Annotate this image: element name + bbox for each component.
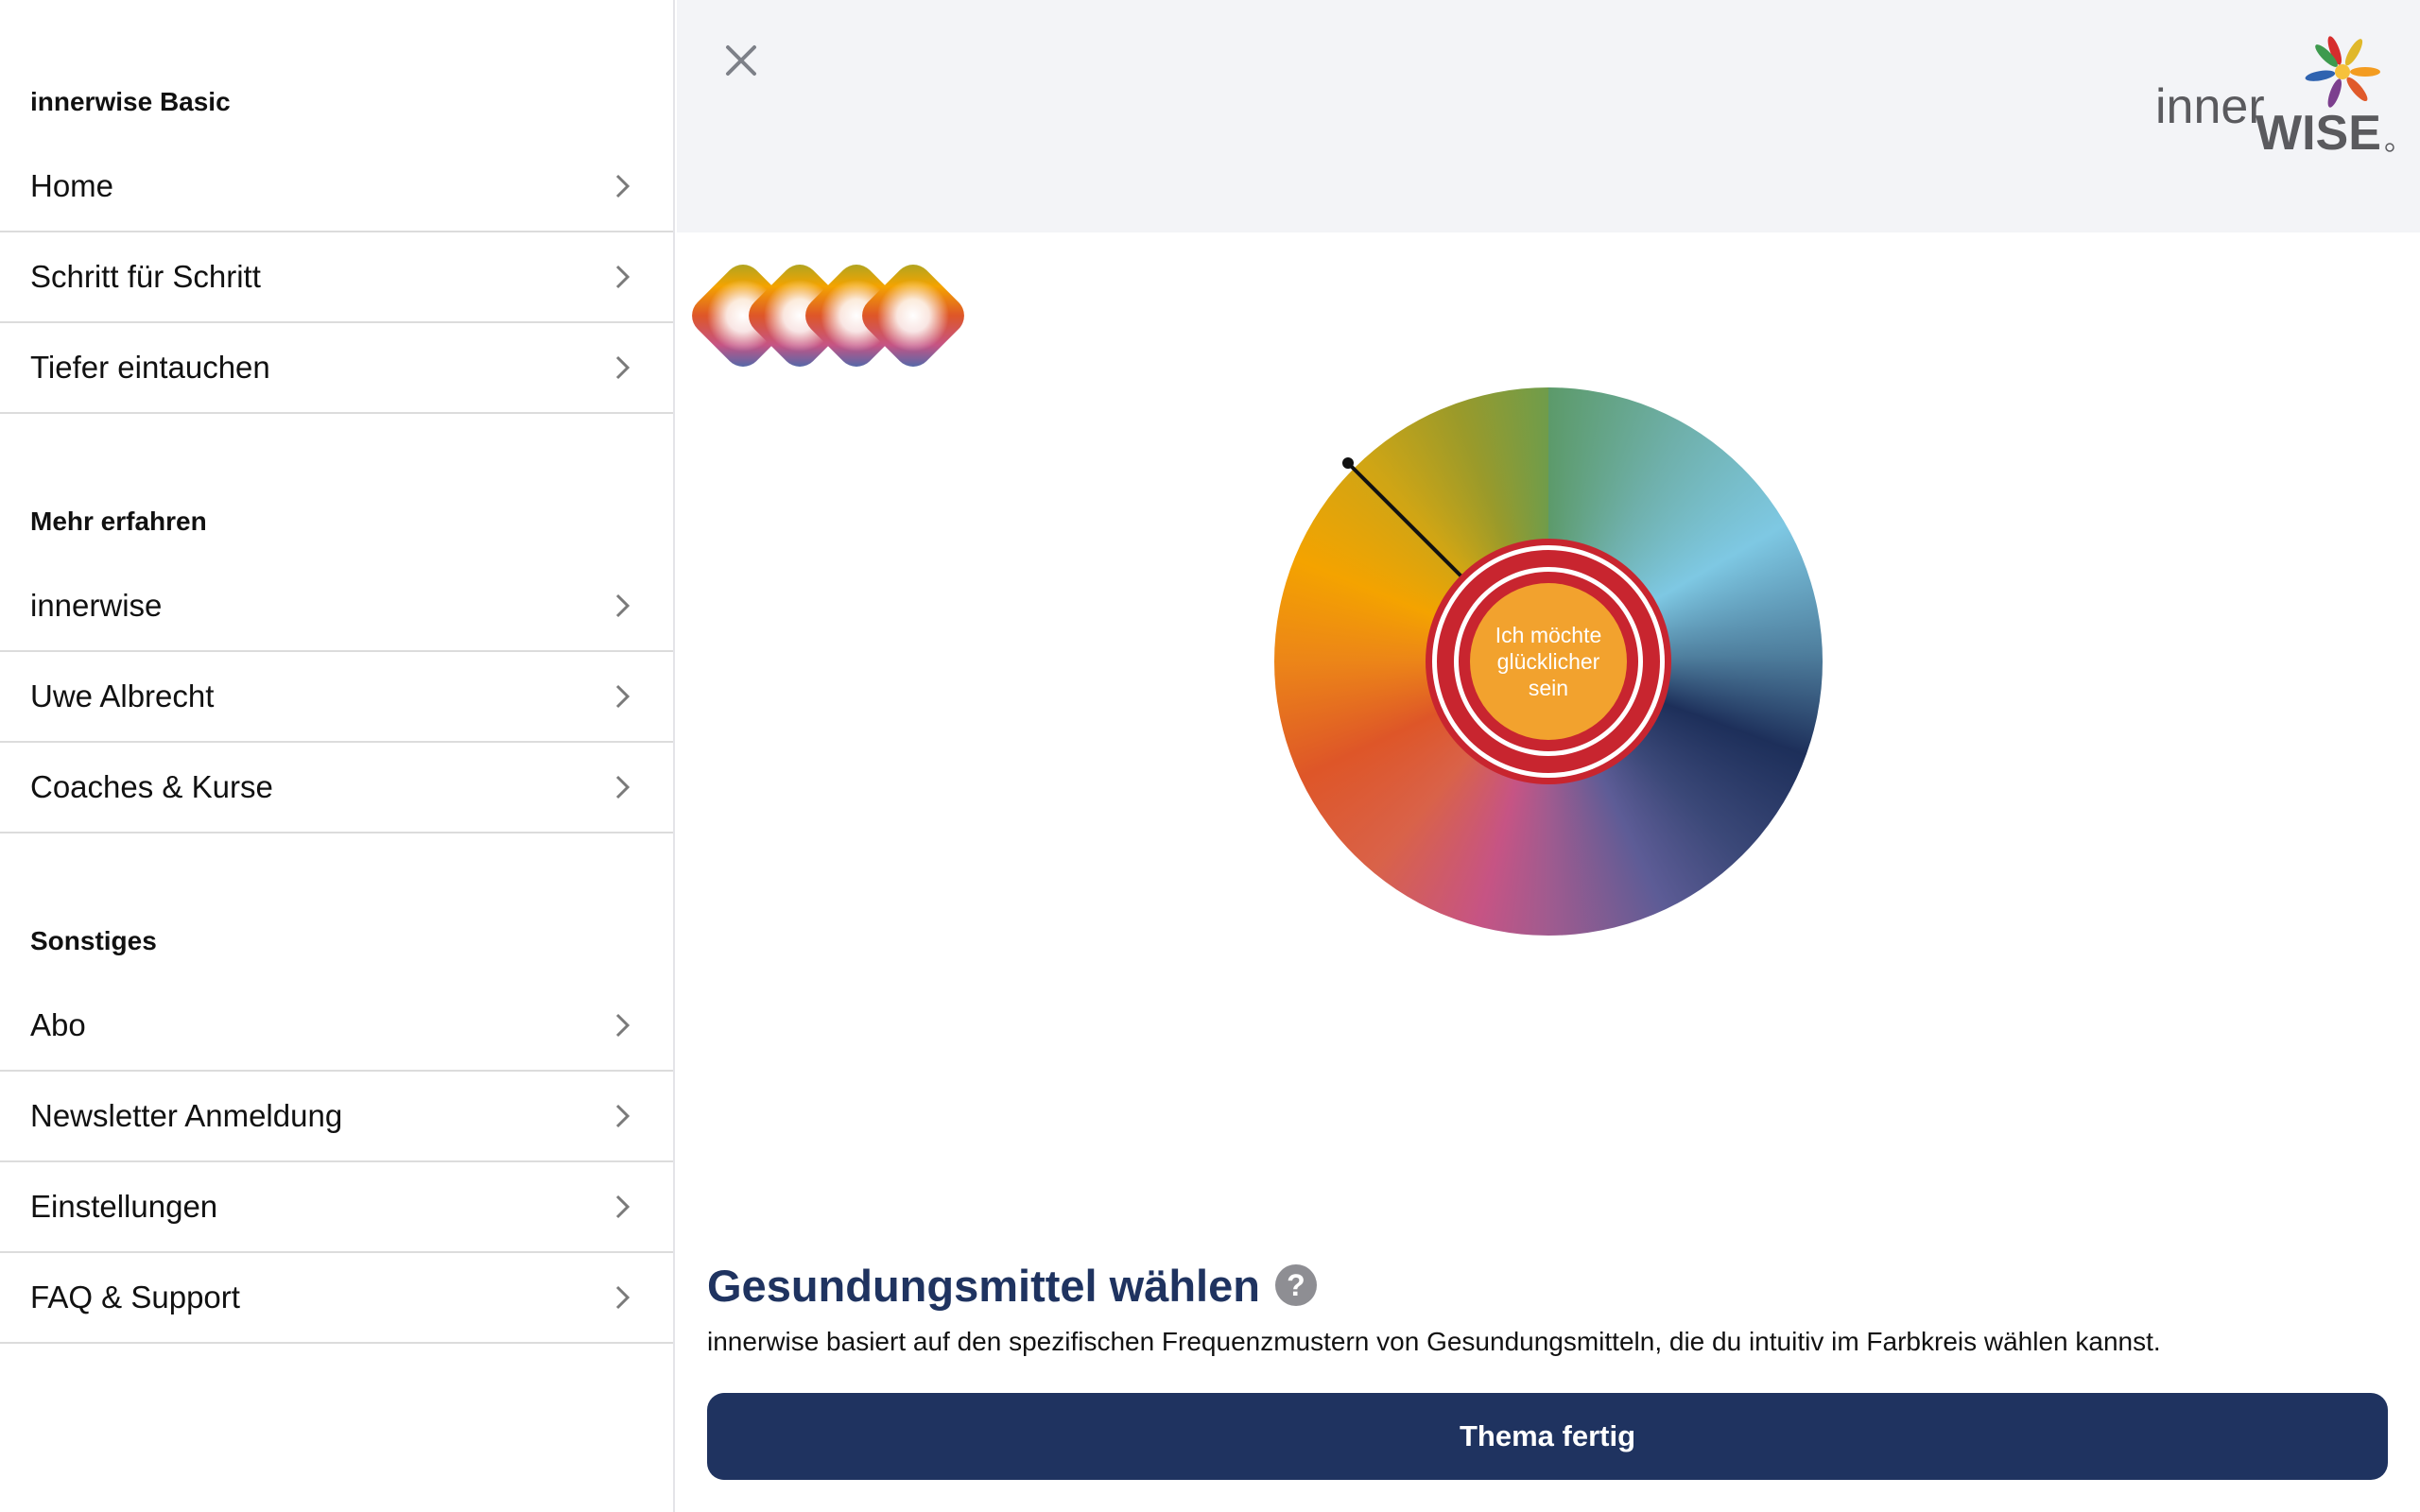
chevron-right-icon	[615, 1194, 631, 1219]
help-icon[interactable]: ?	[1274, 1264, 1317, 1306]
chevron-right-icon	[615, 355, 631, 380]
menu-item-label: innerwise	[30, 588, 163, 623]
theme-done-button[interactable]: Thema fertig	[707, 1393, 2388, 1480]
section-heading-basic: innerwise Basic	[30, 87, 231, 116]
menu-item-label: Coaches & Kurse	[30, 769, 273, 804]
menu-item-label: FAQ & Support	[30, 1280, 240, 1314]
sidebar-menu: innerwise Basic Home Schritt für Schritt…	[0, 0, 675, 1512]
chevron-right-icon	[615, 775, 631, 799]
menu-item-abo[interactable]: Abo	[0, 981, 673, 1072]
section-heading-sonstiges: Sonstiges	[30, 926, 157, 955]
menu-item-label: Newsletter Anmeldung	[30, 1098, 343, 1133]
menu-item-label: Schritt für Schritt	[30, 259, 261, 294]
menu-item-schritt-fuer-schritt[interactable]: Schritt für Schritt	[0, 232, 673, 323]
chevron-right-icon	[615, 684, 631, 709]
innerwise-logo: inner WISE	[2155, 36, 2394, 161]
menu-item-label: Einstellungen	[30, 1189, 218, 1224]
description-text: innerwise basiert auf den spezifischen F…	[707, 1327, 2161, 1356]
logo-word-wise: WISE	[2256, 106, 2381, 161]
menu-item-label: Home	[30, 168, 114, 203]
menu-item-einstellungen[interactable]: Einstellungen	[0, 1162, 673, 1253]
menu-item-faq-support[interactable]: FAQ & Support	[0, 1253, 673, 1344]
chevron-right-icon	[615, 1285, 631, 1310]
menu-item-label: Abo	[30, 1007, 86, 1042]
menu-item-uwe-albrecht[interactable]: Uwe Albrecht	[0, 652, 673, 743]
chevron-right-icon	[615, 265, 631, 289]
intention-target[interactable]: Ich möchte glücklicher sein	[1426, 539, 1671, 784]
section-heading-mehr-erfahren: Mehr erfahren	[30, 507, 207, 536]
top-bar: inner WISE	[677, 0, 2420, 232]
menu-item-label: Uwe Albrecht	[30, 679, 215, 713]
page-title: Gesundungsmittel wählen	[707, 1260, 1260, 1311]
title-row: Gesundungsmittel wählen ?	[707, 1257, 1317, 1314]
menu-item-newsletter[interactable]: Newsletter Anmeldung	[0, 1072, 673, 1162]
chevron-right-icon	[615, 1104, 631, 1128]
chevron-right-icon	[615, 593, 631, 618]
close-icon[interactable]	[717, 36, 766, 85]
color-wheel[interactable]: Ich möchte glücklicher sein	[1274, 387, 1823, 936]
chevron-right-icon	[615, 174, 631, 198]
menu-item-home[interactable]: Home	[0, 142, 673, 232]
logo-word-inner: inner	[2155, 79, 2265, 134]
menu-item-innerwise[interactable]: innerwise	[0, 561, 673, 652]
intention-text: Ich möchte glücklicher sein	[1495, 623, 1602, 700]
intention-core: Ich möchte glücklicher sein	[1470, 583, 1627, 740]
logo-flower-icon	[2305, 36, 2380, 108]
menu-item-label: Tiefer eintauchen	[30, 350, 270, 385]
menu-item-tiefer-eintauchen[interactable]: Tiefer eintauchen	[0, 323, 673, 414]
menu-item-coaches-kurse[interactable]: Coaches & Kurse	[0, 743, 673, 833]
chevron-right-icon	[615, 1013, 631, 1038]
selected-remedies-stack[interactable]	[686, 242, 989, 384]
